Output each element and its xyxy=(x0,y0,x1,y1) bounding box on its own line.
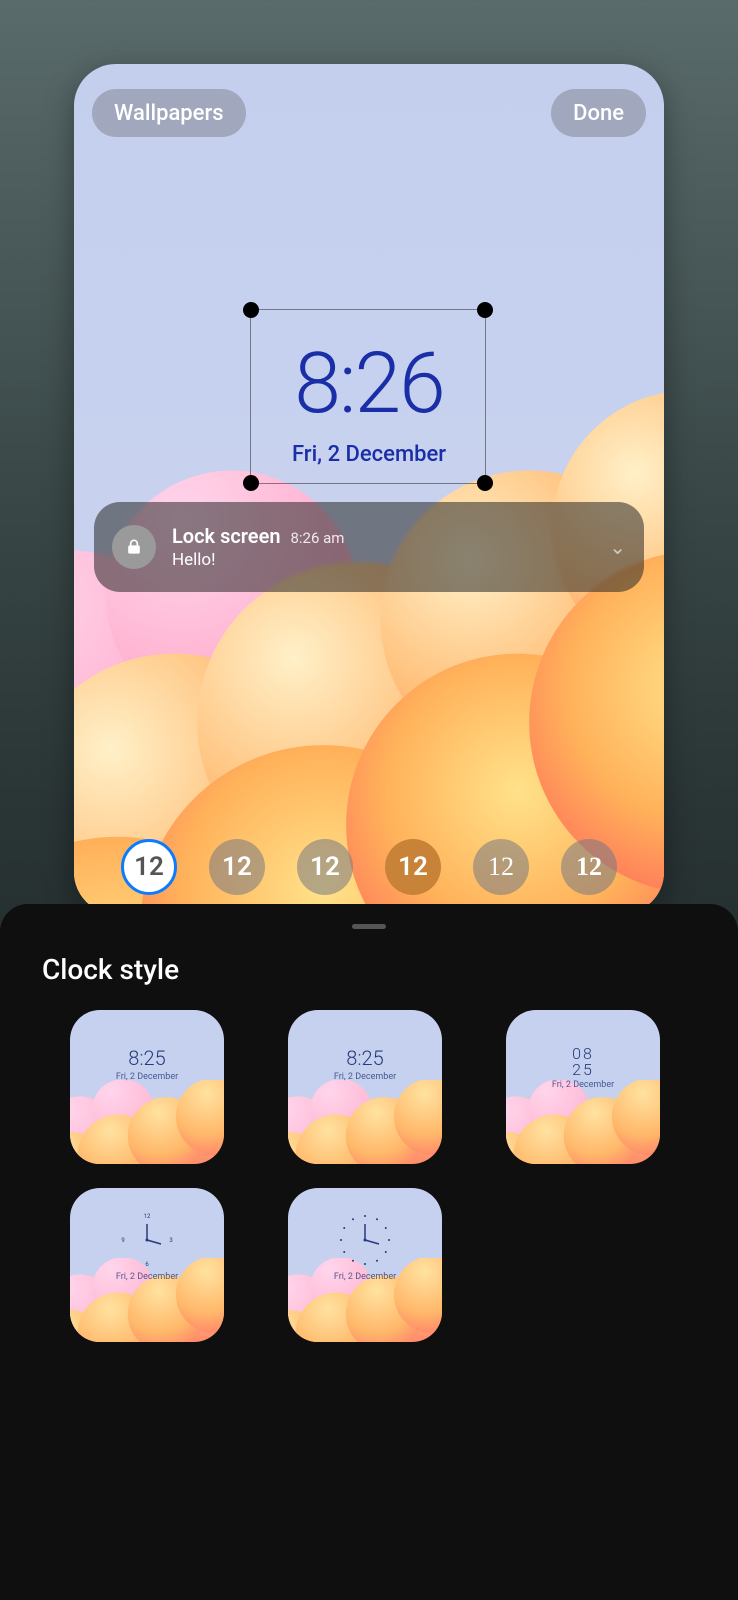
clock-style-option-0[interactable]: 8:25Fri, 2 December xyxy=(70,1010,224,1164)
svg-text:9: 9 xyxy=(121,1237,124,1244)
lock-icon xyxy=(112,525,156,569)
notification-time: 8:26 am xyxy=(290,529,344,547)
svg-text:3: 3 xyxy=(169,1237,172,1244)
clock-style-sheet: Clock style 8:25Fri, 2 December xyxy=(0,904,738,1600)
notification-message: Hello! xyxy=(172,550,601,570)
sheet-title: Clock style xyxy=(42,953,738,986)
font-options-row: 12 12 12 12 12 12 xyxy=(74,839,664,895)
font-option-5[interactable]: 12 xyxy=(561,839,617,895)
resize-handle-tl[interactable] xyxy=(243,302,259,318)
svg-text:12: 12 xyxy=(144,1213,151,1220)
chevron-down-icon[interactable]: ⌄ xyxy=(609,535,626,559)
lockscreen-preview: Wallpapers Done 8:26 Fri, 2 December Loc… xyxy=(74,64,664,914)
font-option-0[interactable]: 12 xyxy=(121,839,177,895)
done-button[interactable]: Done xyxy=(551,89,646,137)
sheet-grabber[interactable] xyxy=(352,924,386,929)
notification-title: Lock screen xyxy=(172,524,281,548)
font-option-3[interactable]: 12 xyxy=(385,839,441,895)
wallpapers-button[interactable]: Wallpapers xyxy=(92,89,246,137)
clock-style-option-4[interactable]: Fri, 2 December xyxy=(288,1188,442,1342)
clock-style-option-2[interactable]: 0825Fri, 2 December xyxy=(506,1010,660,1164)
clock-style-grid: 8:25Fri, 2 December 8:25Fri, 2 December xyxy=(0,1010,738,1342)
wallpaper xyxy=(74,64,664,914)
notification-card[interactable]: Lock screen 8:26 am Hello! ⌄ xyxy=(94,502,644,592)
font-option-2[interactable]: 12 xyxy=(297,839,353,895)
font-option-4[interactable]: 12 xyxy=(473,839,529,895)
clock-style-option-1[interactable]: 8:25Fri, 2 December xyxy=(288,1010,442,1164)
resize-handle-bl[interactable] xyxy=(243,475,259,491)
resize-handle-tr[interactable] xyxy=(477,302,493,318)
resize-handle-br[interactable] xyxy=(477,475,493,491)
font-option-1[interactable]: 12 xyxy=(209,839,265,895)
clock-date: Fri, 2 December xyxy=(74,442,664,467)
notification-body: Lock screen 8:26 am Hello! xyxy=(172,524,601,570)
clock-style-option-3[interactable]: 12 3 6 9 Fri, 2 December xyxy=(70,1188,224,1342)
clock-time: 8:26 xyxy=(74,334,664,433)
svg-text:6: 6 xyxy=(145,1261,149,1268)
